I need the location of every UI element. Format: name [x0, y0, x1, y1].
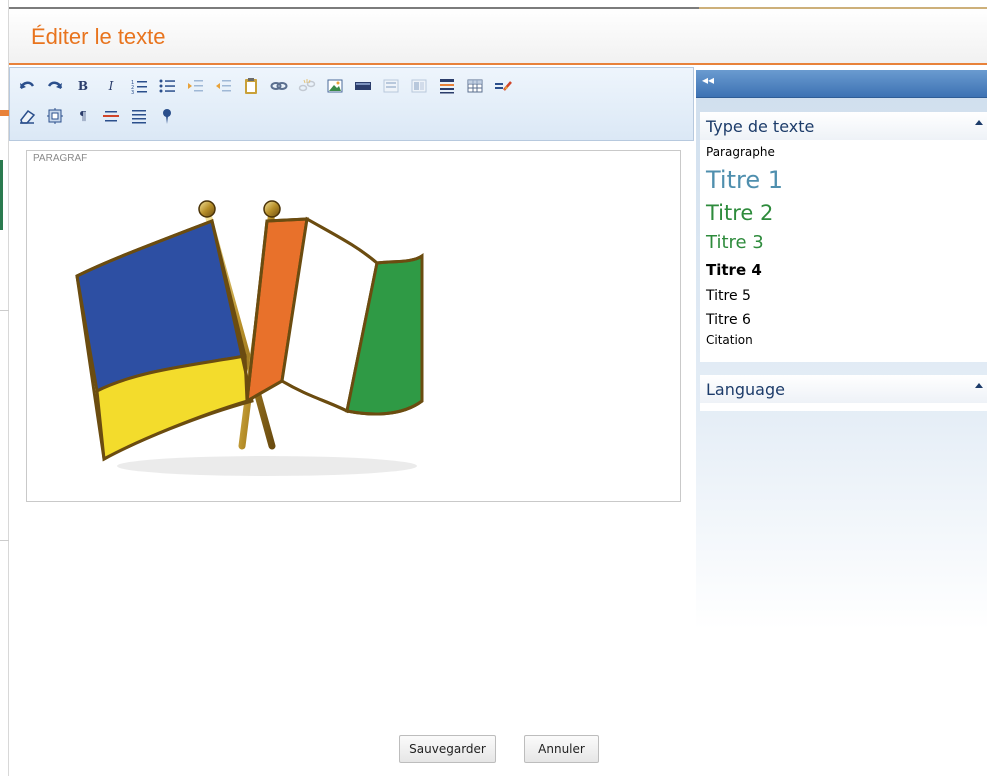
- cancel-button[interactable]: Annuler: [524, 735, 599, 763]
- text-type-heading-1[interactable]: Titre 1: [706, 162, 783, 198]
- collapse-up-icon[interactable]: [975, 120, 983, 125]
- dialog-title: Éditer le texte: [31, 24, 166, 49]
- text-type-heading-5[interactable]: Titre 5: [706, 284, 783, 309]
- insert-media-icon: [355, 82, 371, 90]
- bold-button[interactable]: B: [70, 74, 96, 98]
- unordered-list-button[interactable]: [154, 74, 180, 98]
- insert-table-icon: [467, 79, 483, 93]
- insert-table-button[interactable]: [462, 74, 488, 98]
- paragraph-mark-button[interactable]: ¶: [70, 104, 96, 128]
- paste-button[interactable]: [238, 74, 264, 98]
- template-alt-icon: [411, 79, 427, 93]
- redo-icon: [47, 81, 63, 89]
- format-side-panel: ◂◂ Type de texte Paragraphe Titre 1 Titr…: [696, 70, 987, 630]
- ukraine-flag: [75, 218, 254, 462]
- language-header[interactable]: Language: [700, 375, 987, 403]
- select-all-icon: [47, 108, 63, 124]
- text-type-heading-6[interactable]: Titre 6: [706, 309, 783, 331]
- indent-button[interactable]: [182, 74, 208, 98]
- bold-icon: B: [77, 79, 89, 93]
- unlink-button[interactable]: [294, 74, 320, 98]
- template-button[interactable]: [378, 74, 404, 98]
- language-title: Language: [706, 380, 785, 399]
- horizontal-rule-button[interactable]: [98, 104, 124, 128]
- save-button[interactable]: Sauvegarder: [399, 735, 496, 763]
- text-type-paragraph[interactable]: Paragraphe: [706, 142, 783, 162]
- background-divider: [0, 310, 9, 311]
- align-justify-button[interactable]: [126, 104, 152, 128]
- language-section: Language: [700, 375, 987, 411]
- flag-pin-image[interactable]: [67, 191, 447, 481]
- indent-icon: [188, 80, 203, 92]
- ordered-list-button[interactable]: 123: [126, 74, 152, 98]
- insert-image-button[interactable]: [322, 74, 348, 98]
- layout-icon: [440, 79, 454, 94]
- title-top-border: [699, 7, 987, 9]
- select-all-button[interactable]: [42, 104, 68, 128]
- background-divider: [0, 540, 9, 541]
- text-type-heading-3[interactable]: Titre 3: [706, 229, 783, 257]
- insert-media-button[interactable]: [350, 74, 376, 98]
- template-icon: [383, 79, 399, 93]
- editor-content-area[interactable]: PARAGRAF: [26, 150, 681, 502]
- text-type-quote[interactable]: Citation: [706, 331, 783, 349]
- text-type-section: Type de texte Paragraphe Titre 1 Titre 2…: [700, 112, 987, 362]
- unordered-list-icon: [159, 79, 175, 93]
- redo-button[interactable]: [42, 74, 68, 98]
- outdent-button[interactable]: [210, 74, 236, 98]
- edit-text-dialog: Éditer le texte B I 123 ¶ PARAGRAF ◂◂ Ty…: [9, 7, 987, 776]
- ordered-list-icon: 123: [131, 80, 147, 95]
- horizontal-rule-icon: [103, 111, 119, 122]
- unlink-icon: [298, 79, 316, 92]
- link-button[interactable]: [266, 74, 292, 98]
- paragraph-mark-icon: ¶: [79, 109, 87, 123]
- link-icon: [270, 82, 288, 90]
- eraser-icon: [20, 109, 36, 124]
- anchor-pin-button[interactable]: [154, 104, 180, 128]
- paste-icon: [245, 78, 257, 94]
- panel-collapse-bar: ◂◂: [696, 70, 987, 98]
- text-type-header[interactable]: Type de texte: [700, 112, 987, 140]
- format-stripper-button[interactable]: [490, 74, 516, 98]
- collapse-panel-icon[interactable]: ◂◂: [702, 73, 714, 87]
- text-type-title: Type de texte: [706, 117, 815, 136]
- svg-text:3: 3: [131, 90, 134, 95]
- insert-image-icon: [327, 79, 343, 93]
- undo-button[interactable]: [14, 74, 40, 98]
- align-justify-icon: [132, 110, 146, 124]
- italic-button[interactable]: I: [98, 74, 124, 98]
- eraser-button[interactable]: [14, 104, 40, 128]
- background-page-strip: [0, 0, 9, 776]
- collapse-up-icon[interactable]: [975, 383, 983, 388]
- background-green-mark: [0, 160, 3, 230]
- toolbar-row-1: B I 123: [14, 72, 518, 100]
- text-type-heading-2[interactable]: Titre 2: [706, 198, 783, 229]
- layout-button[interactable]: [434, 74, 460, 98]
- text-type-list: Paragraphe Titre 1 Titre 2 Titre 3 Titre…: [706, 142, 783, 349]
- ivory-coast-flag: [245, 216, 424, 416]
- editor-toolbar: B I 123 ¶: [9, 67, 694, 141]
- undo-icon: [19, 81, 35, 89]
- outdent-icon: [216, 80, 231, 92]
- title-top-border: [9, 7, 699, 9]
- text-type-heading-4[interactable]: Titre 4: [706, 257, 783, 284]
- anchor-pin-icon: [163, 109, 171, 124]
- template-alt-button[interactable]: [406, 74, 432, 98]
- format-stripper-icon: [495, 81, 512, 91]
- toolbar-row-2: ¶: [14, 102, 182, 130]
- dialog-title-bar: Éditer le texte: [9, 7, 987, 65]
- background-accent-mark: [0, 110, 9, 116]
- block-format-tag: PARAGRAF: [33, 153, 88, 164]
- italic-icon: I: [108, 79, 114, 93]
